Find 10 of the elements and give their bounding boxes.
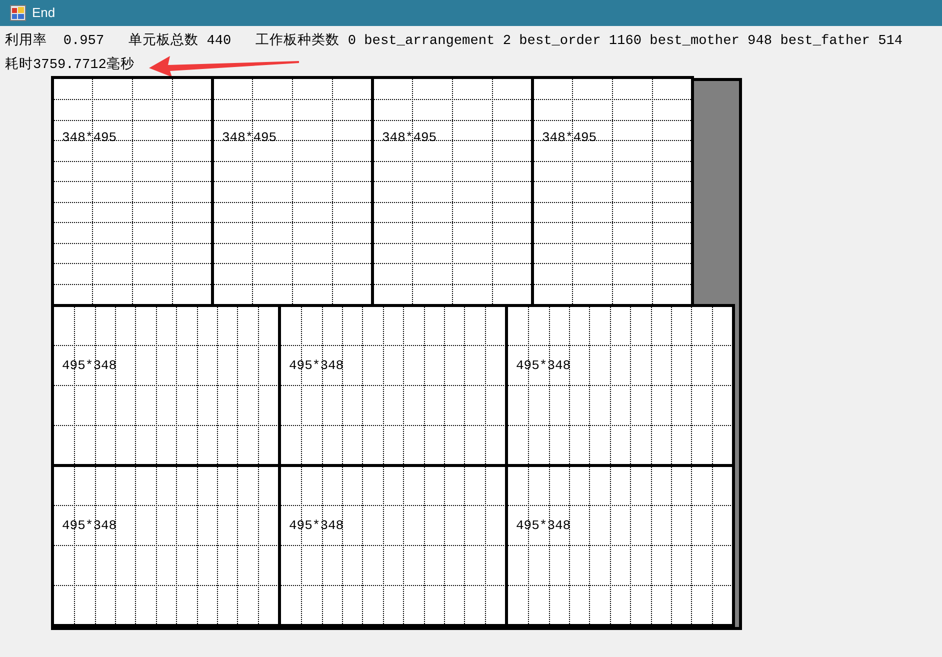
elapsed-time-text: 耗时3759.7712毫秒	[5, 56, 134, 75]
stats-text: 利用率 0.957 单元板总数 440 工作板种类数 0 best_arrangement 2 best_order 1160 best_mother 948 best_father 514	[5, 32, 903, 51]
dimension-label: 495*348	[516, 358, 571, 374]
window-title: End	[32, 4, 56, 22]
dimension-label: 495*348	[289, 358, 344, 374]
dimension-label: 495*348	[516, 518, 571, 534]
dimension-label: 495*348	[62, 358, 117, 374]
app-icon	[10, 5, 26, 21]
dimension-label: 495*348	[289, 518, 344, 534]
dimension-label: 495*348	[62, 518, 117, 534]
